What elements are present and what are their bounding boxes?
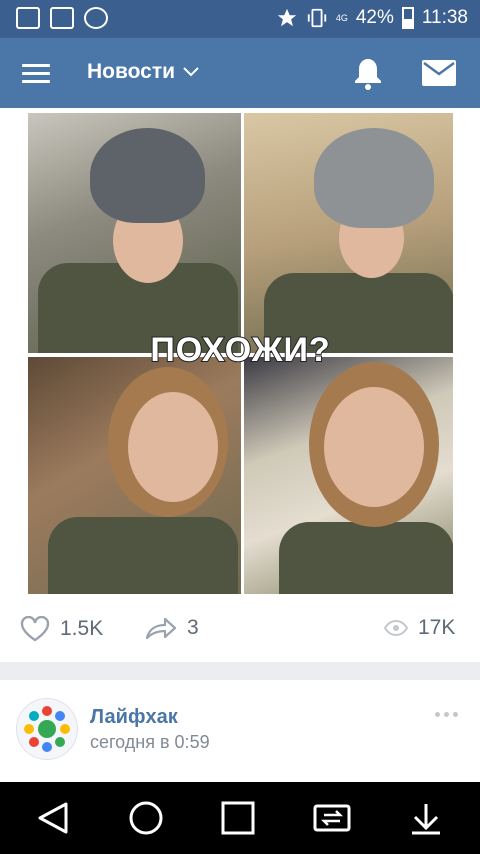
vk-notification-icon (84, 7, 108, 29)
heart-icon (20, 616, 50, 642)
views-counter: 17K (384, 616, 455, 640)
post-author[interactable]: Лайфхак (90, 706, 178, 729)
like-button[interactable]: 1.5K (20, 616, 103, 642)
post-time: сегодня в 0:59 (90, 732, 210, 752)
share-icon (145, 617, 177, 640)
avatar[interactable] (16, 698, 78, 760)
home-icon[interactable] (126, 800, 166, 836)
w-app-icon (50, 7, 74, 29)
swap-icon[interactable] (312, 800, 352, 836)
recents-icon[interactable] (218, 800, 258, 836)
app-header: Новости (0, 38, 480, 108)
more-icon[interactable] (435, 712, 458, 717)
status-notifications (16, 7, 108, 29)
gallery-icon (16, 7, 40, 29)
post-image[interactable]: ПОХОЖИ? (28, 113, 453, 594)
navigation-bar (0, 782, 480, 854)
status-bar: 4G 42% 11:38 (0, 0, 480, 38)
feed-divider (0, 662, 480, 680)
next-post-header: Лайфхак сегодня в 0:59 (0, 680, 480, 782)
back-icon[interactable] (34, 800, 74, 836)
image-caption: ПОХОЖИ? (149, 330, 331, 370)
download-icon[interactable] (406, 800, 446, 836)
network-type: 4G (335, 12, 348, 23)
collage-panel (244, 357, 453, 594)
battery-percent: 42% (355, 7, 394, 28)
lifehack-logo-icon (24, 706, 70, 752)
star-icon (277, 8, 296, 27)
vibrate-icon (307, 8, 326, 28)
bell-icon[interactable] (352, 56, 384, 90)
collage-panel (244, 113, 453, 353)
collage-panel (28, 357, 241, 594)
collage-panel (28, 113, 241, 353)
share-button[interactable]: 3 (145, 616, 199, 640)
signal-icon: 4G (335, 12, 348, 23)
page-title: Новости (87, 60, 176, 83)
menu-icon[interactable] (22, 64, 50, 84)
status-system: 4G 42% 11:38 (276, 7, 468, 29)
post-actions: 1.5K 3 17K (0, 608, 480, 652)
chevron-down-icon (183, 67, 199, 77)
shares-count: 3 (187, 616, 199, 639)
likes-count: 1.5K (60, 617, 104, 640)
mail-icon[interactable] (422, 60, 456, 86)
battery-icon (401, 7, 414, 29)
clock: 11:38 (421, 7, 468, 28)
views-count: 17K (418, 616, 456, 639)
feed-selector[interactable]: Новости (87, 60, 199, 84)
eye-icon (384, 620, 408, 636)
